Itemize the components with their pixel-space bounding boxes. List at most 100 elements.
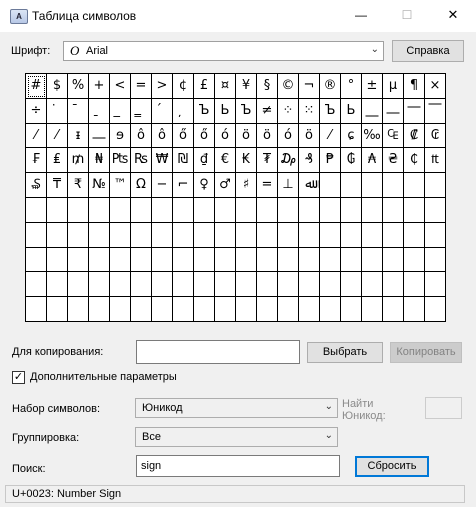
character-cell[interactable]: ̱: [89, 98, 110, 124]
character-cell[interactable]: [131, 222, 152, 248]
grouping-select[interactable]: Все ⌄: [135, 427, 338, 447]
reset-button[interactable]: Сбросить: [355, 456, 429, 477]
maximize-button[interactable]: ☐: [384, 0, 430, 30]
character-cell[interactable]: [320, 197, 341, 223]
character-cell[interactable]: ₡: [404, 123, 425, 149]
character-cell[interactable]: ₵: [404, 148, 425, 174]
character-cell[interactable]: ₭: [236, 148, 257, 174]
character-cell[interactable]: ⁄: [320, 123, 341, 149]
font-select[interactable]: O Arial ⌄: [63, 41, 384, 61]
character-cell[interactable]: [131, 297, 152, 322]
character-cell[interactable]: [299, 297, 320, 322]
character-cell[interactable]: [173, 222, 194, 248]
character-cell[interactable]: [89, 222, 110, 248]
character-cell[interactable]: ♀: [194, 173, 215, 198]
character-cell[interactable]: №: [89, 173, 110, 198]
character-grid[interactable]: #$%+<=>¢£¤¥§©¬®°±µ¶×÷̱̲̳̦̇̄́ЪЬЪ≠⁘⁙ЪЬ⎽⎼⎻⎺…: [25, 73, 446, 322]
character-cell[interactable]: ó: [215, 123, 236, 149]
character-cell[interactable]: ̳: [131, 98, 152, 124]
character-cell[interactable]: [383, 173, 404, 198]
character-cell[interactable]: [362, 272, 383, 298]
character-cell[interactable]: [341, 222, 362, 248]
character-cell[interactable]: §: [257, 74, 278, 99]
character-cell[interactable]: Ь: [215, 98, 236, 124]
character-cell[interactable]: ₩: [152, 148, 173, 174]
character-cell[interactable]: ô: [131, 123, 152, 149]
character-cell[interactable]: [215, 222, 236, 248]
character-cell[interactable]: [236, 222, 257, 248]
character-cell[interactable]: [278, 247, 299, 273]
character-cell[interactable]: [26, 297, 47, 322]
character-cell[interactable]: [404, 297, 425, 322]
character-cell[interactable]: [110, 222, 131, 248]
character-cell[interactable]: [215, 197, 236, 223]
character-cell[interactable]: [68, 197, 89, 223]
character-cell[interactable]: ̇: [47, 98, 68, 124]
character-cell[interactable]: Ъ: [236, 98, 257, 124]
character-cell[interactable]: [89, 197, 110, 223]
character-cell[interactable]: [425, 247, 446, 273]
character-cell[interactable]: [257, 297, 278, 322]
character-cell[interactable]: [341, 272, 362, 298]
character-cell[interactable]: [47, 272, 68, 298]
character-cell[interactable]: [26, 222, 47, 248]
select-button[interactable]: Выбрать: [307, 342, 383, 363]
character-cell[interactable]: ₮: [257, 148, 278, 174]
character-cell[interactable]: ₤: [47, 148, 68, 174]
character-cell[interactable]: £: [194, 74, 215, 99]
character-cell[interactable]: [173, 272, 194, 298]
character-cell[interactable]: ɘ: [110, 123, 131, 149]
character-cell[interactable]: ±: [362, 74, 383, 99]
character-cell[interactable]: [68, 247, 89, 273]
character-cell[interactable]: =: [257, 173, 278, 198]
character-cell[interactable]: [383, 297, 404, 322]
character-cell[interactable]: [152, 247, 173, 273]
character-cell[interactable]: ©: [278, 74, 299, 99]
character-cell[interactable]: [320, 272, 341, 298]
character-cell[interactable]: [362, 197, 383, 223]
character-cell[interactable]: =: [131, 74, 152, 99]
character-cell[interactable]: ₶: [425, 148, 446, 174]
character-cell[interactable]: [194, 297, 215, 322]
character-cell[interactable]: ÷: [26, 98, 47, 124]
character-cell[interactable]: ₹: [68, 173, 89, 198]
character-cell[interactable]: [425, 197, 446, 223]
character-cell[interactable]: ɕ: [341, 123, 362, 149]
character-cell[interactable]: ⎼: [89, 123, 110, 149]
character-cell[interactable]: ᵻ: [68, 123, 89, 149]
character-cell[interactable]: [152, 272, 173, 298]
character-cell[interactable]: [341, 173, 362, 198]
character-cell[interactable]: ₲: [341, 148, 362, 174]
character-cell[interactable]: Ь: [341, 98, 362, 124]
character-cell[interactable]: [299, 222, 320, 248]
character-cell[interactable]: [425, 272, 446, 298]
character-cell[interactable]: ⊥: [278, 173, 299, 198]
character-cell[interactable]: [215, 247, 236, 273]
character-cell[interactable]: %: [68, 74, 89, 99]
character-cell[interactable]: µ: [383, 74, 404, 99]
character-cell[interactable]: ⎽: [362, 98, 383, 124]
character-cell[interactable]: [362, 173, 383, 198]
character-cell[interactable]: ₪: [173, 148, 194, 174]
character-cell[interactable]: ô: [152, 123, 173, 149]
character-cell[interactable]: [278, 272, 299, 298]
character-cell[interactable]: [47, 247, 68, 273]
character-cell[interactable]: $: [47, 74, 68, 99]
character-cell[interactable]: [110, 272, 131, 298]
character-cell[interactable]: [299, 247, 320, 273]
character-cell[interactable]: ≠: [257, 98, 278, 124]
character-cell[interactable]: [152, 197, 173, 223]
character-cell[interactable]: +: [89, 74, 110, 99]
character-cell[interactable]: [131, 247, 152, 273]
character-cell[interactable]: [425, 297, 446, 322]
character-cell[interactable]: ̦: [173, 98, 194, 124]
character-cell[interactable]: ¤: [215, 74, 236, 99]
character-cell[interactable]: [194, 222, 215, 248]
character-cell[interactable]: ¥: [236, 74, 257, 99]
character-cell[interactable]: [257, 247, 278, 273]
character-cell[interactable]: ﷲ: [299, 173, 320, 198]
character-cell[interactable]: [194, 197, 215, 223]
help-button[interactable]: Справка: [392, 40, 464, 62]
character-cell[interactable]: ó: [278, 123, 299, 149]
character-cell[interactable]: [110, 197, 131, 223]
